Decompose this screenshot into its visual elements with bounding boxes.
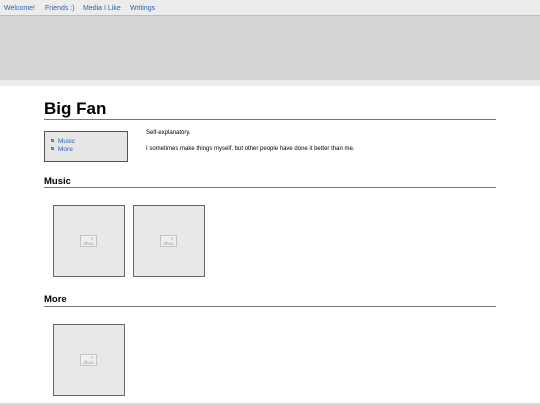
top-nav: Welcome! Friends :) Media I Like Writing… [0,0,540,16]
intro-text-2: I sometimes make things myself, but othe… [146,146,355,152]
nav-link-welcome[interactable]: Welcome! [4,5,35,13]
image-placeholder-icon [160,235,177,247]
toc-item-more: More [51,146,75,154]
header-banner [0,16,540,80]
banner-divider [0,80,540,86]
image-placeholder-icon [80,235,97,247]
page-title: Big Fan [44,99,107,118]
section-underline-more [44,306,496,307]
title-underline [44,119,496,120]
bullet-icon [51,147,54,150]
toc-link-more[interactable]: More [58,146,73,153]
nav-link-friends[interactable]: Friends :) [45,5,75,13]
media-tile-music-2[interactable] [133,205,205,277]
section-heading-music: Music [44,176,71,187]
toc-link-music[interactable]: Music [58,138,75,145]
nav-link-writings[interactable]: Writings [130,5,155,13]
section-underline-music [44,187,496,188]
section-heading-more: More [44,294,67,305]
table-of-contents: Music More [44,131,128,162]
toc-item-music: Music [51,138,75,146]
nav-link-media[interactable]: Media I Like [83,5,121,13]
intro-text-1: Self-explanatory. [146,130,191,136]
media-tile-music-1[interactable] [53,205,125,277]
image-placeholder-icon [80,354,97,366]
bullet-icon [51,139,54,142]
media-tile-more-1[interactable] [53,324,125,396]
